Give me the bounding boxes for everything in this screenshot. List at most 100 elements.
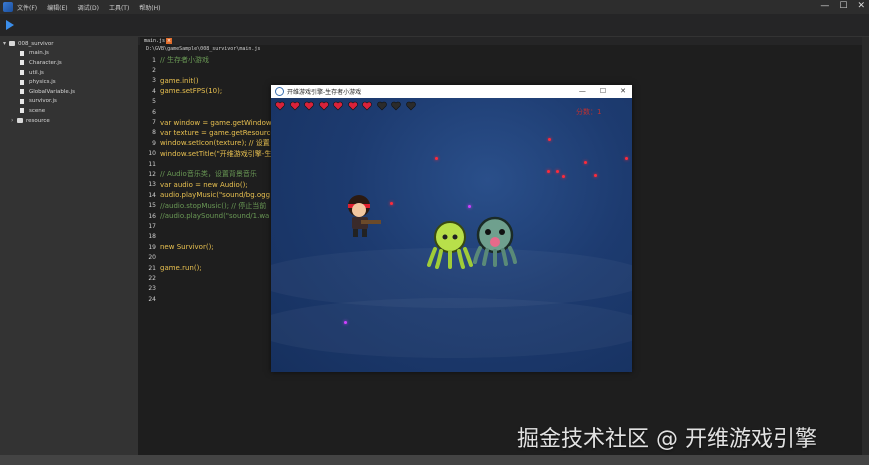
code-text: game.run();: [160, 264, 202, 272]
app-logo-icon: [3, 2, 13, 12]
code-text: new Survivor();: [160, 243, 214, 252]
tree-item-label: util.js: [29, 69, 44, 76]
tree-item-scene[interactable]: scene: [0, 106, 138, 116]
editor-tabbar: main.js ×: [138, 37, 869, 45]
tree-item-util-js[interactable]: util.js: [0, 68, 138, 78]
line-number: 14: [148, 191, 156, 199]
tree-item-label: resource: [26, 117, 50, 124]
tree-item-globalvariable-js[interactable]: GlobalVariable.js: [0, 87, 138, 97]
enemy-octopus-teal: [473, 216, 517, 267]
menubar: 文件(F) 编辑(E) 调试(D) 工具(T) 帮助(H): [17, 2, 161, 13]
tree-item-survivor-js[interactable]: survivor.js: [0, 97, 138, 107]
file-icon: [20, 70, 24, 76]
enemy-bullet: [435, 157, 438, 160]
line-number: 8: [152, 129, 156, 137]
tree-item-resource[interactable]: › resource: [0, 116, 138, 126]
tree-item-main-js[interactable]: main.js: [0, 49, 138, 59]
tree-item-label: main.js: [29, 50, 49, 57]
code-text: var texture = game.getResource: [160, 128, 275, 137]
line-number: 16: [148, 212, 156, 220]
line-number: 1: [152, 56, 156, 64]
line-number: 18: [148, 233, 156, 241]
menu-tools[interactable]: 工具(T): [109, 2, 129, 13]
line-number: 5: [152, 98, 156, 106]
line-number: 22: [148, 274, 156, 282]
score-label: 分数：1: [576, 108, 602, 116]
enemy-bullet: [594, 174, 597, 177]
tree-item-label: scene: [29, 107, 46, 114]
heart-empty-icon: [405, 101, 416, 111]
line-number: 9: [152, 139, 156, 147]
line-number: 13: [148, 181, 156, 189]
run-icon[interactable]: [6, 20, 14, 30]
heart-full-icon: [362, 101, 372, 111]
game-window[interactable]: 开维游戏引擎-生存者小游戏 — ☐ ✕ 分数：1: [271, 85, 632, 372]
code-line: 2: [138, 65, 869, 75]
enemy-bullet: [556, 170, 559, 173]
enemy-bullet: [625, 157, 628, 160]
file-icon: [20, 89, 24, 95]
code-text: audio.playMusic("sound/bg.ogg: [160, 191, 271, 200]
tree-item-label: physics.js: [29, 79, 56, 86]
menu-help[interactable]: 帮助(H): [139, 2, 160, 13]
maximize-button[interactable]: ☐: [839, 1, 847, 12]
heart-full-icon: [304, 101, 314, 111]
heart-full-icon: [333, 101, 343, 111]
tree-item-character-js[interactable]: Character.js: [0, 58, 138, 68]
line-number: 2: [152, 67, 156, 75]
code-text: //audio.stopMusic(); // 停止当前: [160, 201, 267, 210]
file-icon: [20, 50, 24, 56]
code-text: var window = game.getWindow: [160, 118, 272, 127]
enemy-bullet: [548, 138, 551, 141]
line-number: 19: [148, 243, 156, 251]
game-maximize-button[interactable]: ☐: [600, 86, 606, 97]
menu-edit[interactable]: 编辑(E): [47, 2, 67, 13]
folder-icon: [17, 118, 23, 124]
file-icon: [20, 79, 24, 85]
water-wave: [271, 298, 632, 358]
exp-orb: [468, 205, 471, 208]
toolbar: [0, 14, 869, 37]
line-number: 3: [152, 77, 156, 85]
code-text: // Audio音乐类，设置背景音乐: [160, 170, 257, 179]
file-icon: [20, 108, 24, 114]
line-number: 12: [148, 170, 156, 178]
menu-debug[interactable]: 调试(D): [78, 2, 99, 13]
tab-close-icon[interactable]: ×: [166, 38, 172, 44]
close-button[interactable]: ✕: [857, 1, 865, 12]
watermark: 掘金技术社区 @ 开维游戏引擎: [517, 427, 817, 452]
game-canvas[interactable]: 分数：1: [271, 98, 632, 372]
app-titlebar: 文件(F) 编辑(E) 调试(D) 工具(T) 帮助(H) — ☐ ✕: [0, 0, 869, 14]
game-close-button[interactable]: ✕: [620, 86, 626, 97]
tree-root-label: 008_survivor: [18, 40, 54, 47]
heart-full-icon: [318, 101, 329, 111]
heart-full-icon: [289, 101, 300, 111]
menu-file[interactable]: 文件(F): [17, 2, 37, 13]
minimize-button[interactable]: —: [820, 1, 829, 12]
code-text: window.setIcon(texture); // 设置: [160, 139, 270, 148]
line-number: 20: [148, 254, 156, 262]
heart-empty-icon: [376, 101, 387, 111]
project-explorer: ▾ 008_survivor main.js Character.js util…: [0, 37, 138, 455]
line-number: 17: [148, 222, 156, 230]
heart-full-icon: [275, 101, 285, 111]
line-number: 15: [148, 202, 156, 210]
tree-item-physics-js[interactable]: physics.js: [0, 77, 138, 87]
enemy-bullet: [390, 202, 393, 205]
tree-root[interactable]: ▾ 008_survivor: [0, 39, 138, 49]
exp-orb: [344, 321, 347, 324]
folder-icon: [9, 41, 15, 47]
status-bar: [0, 455, 869, 465]
file-icon: [20, 98, 24, 104]
file-icon: [20, 60, 24, 66]
vertical-scrollbar[interactable]: [862, 37, 869, 455]
code-line: 1 // 生存者小游戏: [138, 55, 869, 65]
line-number: 4: [152, 87, 156, 95]
heart-full-icon: [347, 101, 358, 111]
game-minimize-button[interactable]: —: [579, 86, 586, 97]
game-window-title: 开维游戏引擎-生存者小游戏: [287, 89, 362, 96]
game-titlebar: 开维游戏引擎-生存者小游戏 — ☐ ✕: [271, 85, 632, 98]
tab-main-js[interactable]: main.js: [140, 37, 170, 45]
line-number: 10: [148, 150, 156, 158]
line-number: 7: [152, 119, 156, 127]
